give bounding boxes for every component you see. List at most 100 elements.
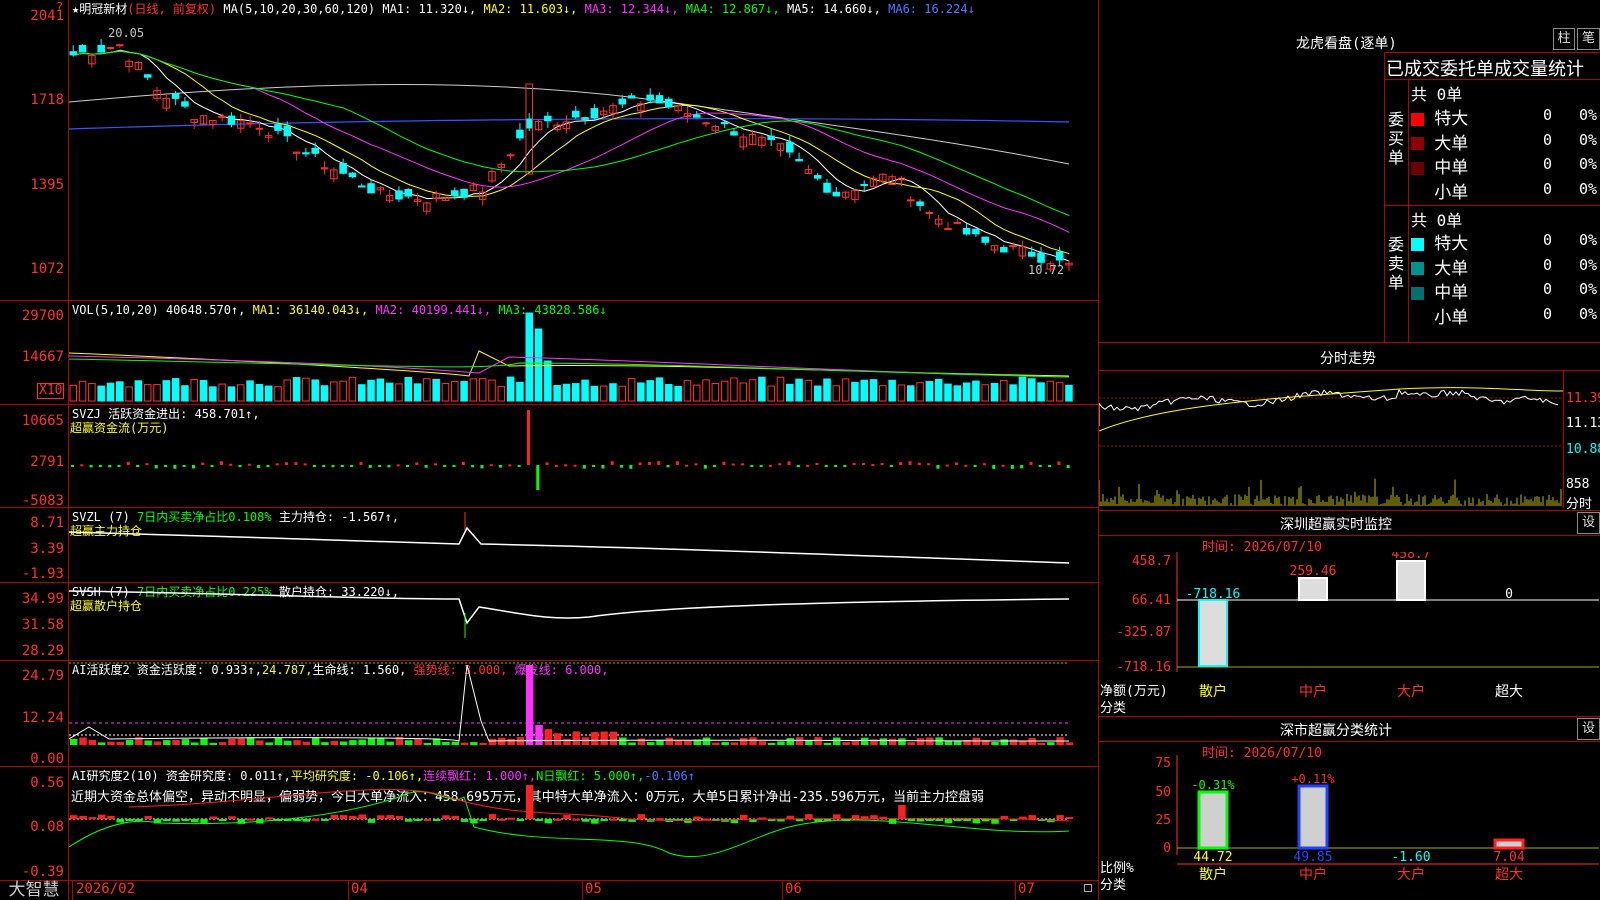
- research-bar: [693, 816, 701, 819]
- fund-flow-bar: [694, 463, 698, 466]
- volume-bar: [813, 385, 822, 402]
- research-bar: [172, 819, 180, 822]
- order-row-特大: 特大: [1411, 229, 1468, 254]
- order-row-中单: 中单: [1411, 278, 1468, 303]
- intraday-chart[interactable]: [1099, 371, 1563, 508]
- y-tick: 31.58: [21, 617, 64, 633]
- fund-flow-bar: [182, 465, 186, 467]
- order-pct: 0%: [1579, 304, 1598, 323]
- order-count: 0: [1543, 179, 1553, 198]
- candle-body: [832, 191, 841, 197]
- intraday-price-mid: 11.13: [1566, 416, 1600, 431]
- activity-bar: [833, 737, 841, 745]
- research-bar: [553, 818, 562, 821]
- fund-flow-bar: [834, 465, 838, 467]
- order-type: 大单: [1424, 133, 1469, 154]
- research-bar: [423, 818, 432, 821]
- fund-flow-bar: [1020, 465, 1024, 469]
- research-bar: [135, 819, 143, 821]
- main-holding-chart[interactable]: [69, 508, 1098, 582]
- activity-bar: [1009, 739, 1018, 745]
- fund-flow-chart[interactable]: [69, 405, 1098, 507]
- research-red-line: [128, 789, 1070, 822]
- activity-bar: [572, 731, 580, 745]
- monitor-bar-value: -718.16: [1186, 587, 1241, 602]
- research-bar: [916, 819, 925, 822]
- order-row-大单: 大单: [1411, 129, 1468, 154]
- volume-bar: [162, 380, 171, 402]
- fund-flow-bar: [145, 463, 149, 466]
- candle-body: [171, 93, 180, 99]
- bar-view-button[interactable]: 柱: [1553, 28, 1575, 50]
- activity-bar: [898, 738, 906, 745]
- volume-bar: [292, 377, 301, 402]
- research-bar: [981, 819, 990, 822]
- fund-flow-bar: [554, 464, 558, 467]
- research-bar: [740, 814, 748, 819]
- volume-bar: [1009, 384, 1017, 402]
- volume-bar: [1065, 384, 1073, 402]
- order-count: 0: [1543, 304, 1553, 323]
- activity-bar: [116, 741, 124, 745]
- monitor-category: 超大: [1495, 684, 1523, 700]
- order-count: 0: [1543, 255, 1553, 274]
- activity-bar: [786, 738, 794, 745]
- activity-bar: [377, 738, 385, 745]
- ai-activity-chart[interactable]: [69, 661, 1098, 766]
- ai-research-chart[interactable]: [69, 767, 1098, 880]
- candle-body: [1037, 252, 1045, 263]
- y-tick-label: 66.41: [1132, 593, 1171, 608]
- candlestick-chart[interactable]: [69, 14, 1098, 300]
- fund-flow-bar: [340, 465, 344, 467]
- order-count: 0: [1543, 280, 1553, 298]
- y-tick: 1395: [30, 177, 64, 193]
- volume-bar: [255, 383, 264, 402]
- monitor-bar-chart[interactable]: 458.7 66.41 -325.87 -718.16 -718.16 散户 259.46 中…: [1099, 552, 1600, 700]
- volume-bar: [786, 383, 794, 402]
- volume-bar: [1027, 378, 1036, 402]
- classify-bar-chart[interactable]: 75 50 25 0 -0.31% 44.72散户 +0.11% 49.85中户 -1.60大户…: [1099, 755, 1600, 900]
- order-color-icon: [1411, 286, 1424, 300]
- fund-flow-bar: [117, 465, 121, 467]
- tick-view-button[interactable]: 笔: [1577, 28, 1600, 50]
- fund-flow-bar: [461, 461, 465, 465]
- fund-flow-bar: [71, 465, 74, 467]
- fund-flow-bar: [685, 464, 689, 467]
- buy-total: 共 0单: [1411, 85, 1463, 104]
- menu-marker-icon[interactable]: ?: [56, 0, 63, 14]
- classify-settings-button[interactable]: 设: [1577, 718, 1600, 740]
- candle-body: [106, 47, 115, 50]
- research-bar: [935, 819, 943, 821]
- volume-bar: [665, 384, 673, 402]
- volume-chart[interactable]: [69, 301, 1098, 404]
- research-bar: [684, 819, 692, 823]
- order-row-小单: 小单: [1411, 303, 1468, 328]
- candle-body: [925, 211, 934, 214]
- research-bar: [591, 819, 599, 824]
- candle-body: [69, 51, 78, 56]
- research-bar: [79, 815, 87, 819]
- fund-flow-bar: [350, 465, 354, 467]
- volume-bar: [674, 385, 682, 402]
- research-bar: [972, 819, 981, 824]
- monitor-title: 深圳超赢实时监控: [1280, 517, 1392, 533]
- fund-flow-bar: [768, 464, 772, 467]
- volume-bar: [478, 378, 487, 402]
- volume-bar: [627, 378, 636, 402]
- retail-holding-chart[interactable]: [69, 583, 1098, 660]
- activity-bar: [674, 740, 683, 745]
- research-bar: [525, 785, 534, 819]
- fund-flow-bar: [703, 465, 707, 469]
- volume-bar: [534, 328, 543, 402]
- monitor-settings-button[interactable]: 设: [1577, 512, 1600, 534]
- volume-bar: [385, 382, 394, 402]
- classify-category: 散户: [1199, 866, 1227, 883]
- classify-category: 大户: [1397, 866, 1425, 883]
- ma4-line: [73, 50, 1070, 216]
- volume-bar: [683, 380, 692, 402]
- lock-icon[interactable]: [1084, 884, 1092, 892]
- order-row-中单: 中单: [1411, 153, 1468, 178]
- activity-bar: [628, 742, 636, 745]
- app-logo[interactable]: 大智慧: [0, 880, 68, 900]
- research-bar: [367, 819, 376, 823]
